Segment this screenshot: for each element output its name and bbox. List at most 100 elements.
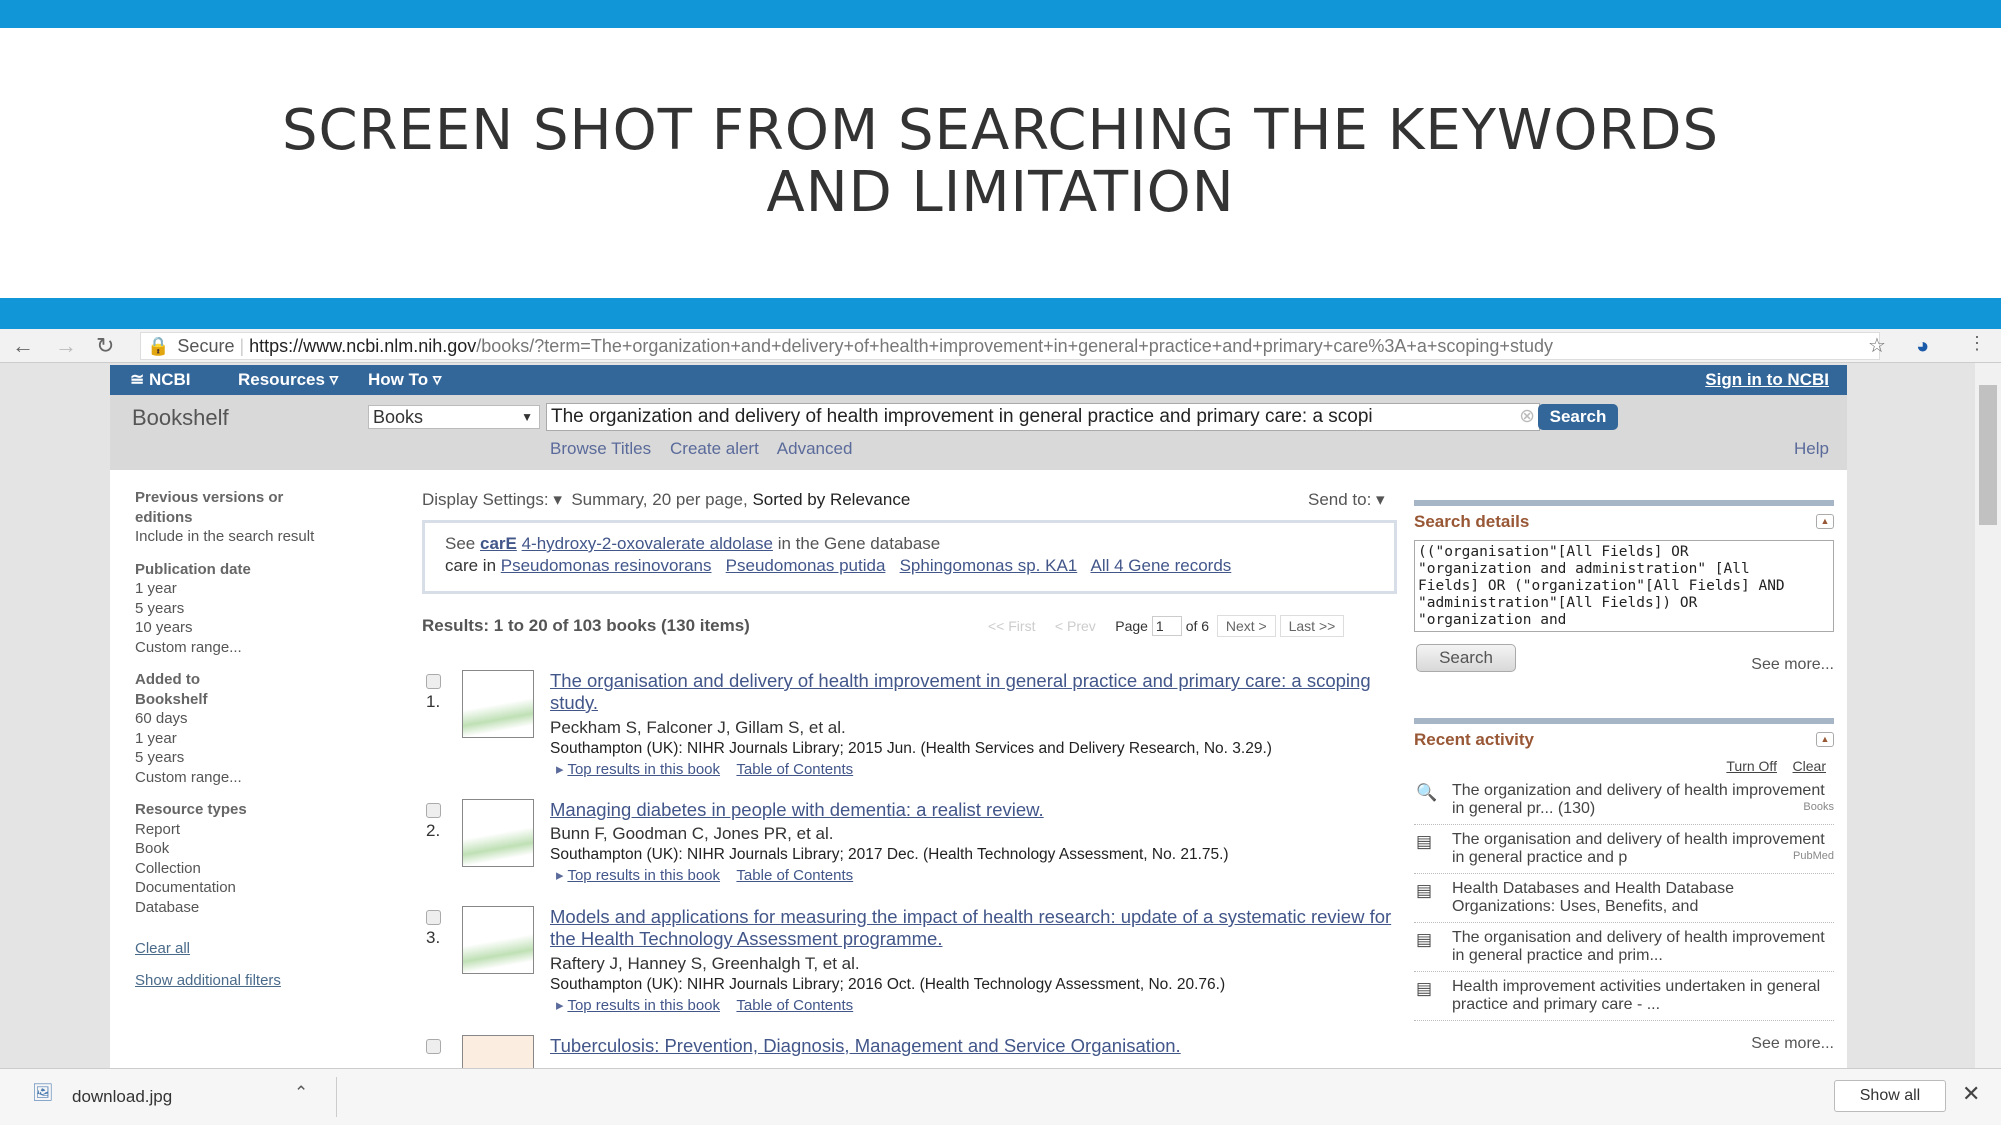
- recent-item[interactable]: ▤ The organisation and delivery of health…: [1414, 923, 1834, 972]
- gene-link[interactable]: carE: [480, 534, 517, 553]
- send-to-menu[interactable]: Send to: ▾: [1308, 490, 1385, 510]
- book-cover-thumbnail[interactable]: [462, 799, 534, 867]
- authors: Peckham S, Falconer J, Gillam S, et al.: [550, 718, 846, 737]
- result-title-link[interactable]: The organisation and delivery of health …: [550, 670, 1400, 714]
- collapse-icon[interactable]: ▲: [1816, 732, 1834, 747]
- result-item: 3. Models and applications for measuring…: [422, 906, 1402, 1016]
- select-checkbox[interactable]: [426, 910, 441, 925]
- result-title-link[interactable]: Tuberculosis: Prevention, Diagnosis, Man…: [550, 1035, 1400, 1057]
- select-checkbox[interactable]: [426, 1039, 441, 1054]
- gene-name-link[interactable]: 4-hydroxy-2-oxovalerate aldolase: [522, 534, 773, 553]
- book-cover-thumbnail[interactable]: [462, 1035, 534, 1068]
- authors: Raftery J, Hanney S, Greenhalgh T, et al…: [550, 954, 860, 973]
- extension-icon[interactable]: ◕: [1916, 333, 1929, 359]
- filter-item[interactable]: 10 years: [135, 618, 314, 638]
- filter-item[interactable]: 5 years: [135, 599, 314, 619]
- recent-item[interactable]: 🔍 The organization and delivery of health…: [1414, 776, 1834, 825]
- show-all-button[interactable]: Show all: [1834, 1080, 1946, 1112]
- organism-link[interactable]: Pseudomonas resinovorans: [501, 556, 712, 575]
- search-input[interactable]: The organization and delivery of health …: [546, 403, 1540, 431]
- result-title-link[interactable]: Managing diabetes in people with dementi…: [550, 799, 1400, 821]
- search-icon: 🔍: [1416, 783, 1438, 802]
- toc-link[interactable]: Table of Contents: [736, 761, 853, 778]
- toc-link[interactable]: Table of Contents: [736, 997, 853, 1014]
- recent-see-more-link[interactable]: See more...: [1414, 1035, 1834, 1053]
- authors: Bunn F, Goodman C, Jones PR, et al.: [550, 824, 834, 843]
- filter-item[interactable]: 1 year: [135, 579, 314, 599]
- scrollbar-thumb[interactable]: [1979, 385, 1997, 525]
- filter-item[interactable]: Book: [135, 839, 314, 859]
- menu-icon[interactable]: ⋮: [1968, 333, 1986, 354]
- select-checkbox[interactable]: [426, 803, 441, 818]
- filter-item[interactable]: Database: [135, 898, 314, 918]
- select-checkbox[interactable]: [426, 674, 441, 689]
- result-title-link[interactable]: Models and applications for measuring th…: [550, 906, 1400, 950]
- right-panel: Search details ▲ (("organisation"[All Fie…: [1414, 470, 1834, 1053]
- top-results-link[interactable]: Top results in this book: [567, 867, 720, 884]
- search-details-textarea[interactable]: (("organisation"[All Fields] OR "organiz…: [1414, 540, 1834, 632]
- details-search-button[interactable]: Search: [1416, 644, 1516, 672]
- filter-item[interactable]: Documentation: [135, 878, 314, 898]
- book-cover-thumbnail[interactable]: [462, 670, 534, 738]
- resources-menu[interactable]: Resources ▿: [238, 370, 338, 390]
- clear-link[interactable]: Clear: [1793, 758, 1826, 774]
- top-results-link[interactable]: Top results in this book: [567, 997, 720, 1014]
- database-select[interactable]: Books ▼: [368, 405, 540, 429]
- clear-icon[interactable]: ⊗: [1519, 404, 1535, 430]
- all-gene-records-link[interactable]: All 4 Gene records: [1090, 556, 1231, 575]
- result-item: 2. Managing diabetes in people with deme…: [422, 799, 1402, 899]
- recent-item[interactable]: ▤ The organisation and delivery of health…: [1414, 825, 1834, 874]
- organism-link[interactable]: Pseudomonas putida: [726, 556, 886, 575]
- filter-item[interactable]: Include in the search result: [135, 527, 314, 547]
- document-icon: ▤: [1416, 930, 1433, 949]
- create-alert-link[interactable]: Create alert: [670, 439, 759, 458]
- filter-item[interactable]: 1 year: [135, 729, 314, 749]
- organism-link[interactable]: Sphingomonas sp. KA1: [900, 556, 1078, 575]
- see-more-link[interactable]: See more...: [1751, 656, 1834, 674]
- address-bar[interactable]: 🔒 Secure | https://www.ncbi.nlm.nih.gov/b…: [140, 332, 1880, 360]
- back-icon[interactable]: ←: [12, 333, 34, 359]
- filter-item[interactable]: Custom range...: [135, 638, 314, 658]
- advanced-link[interactable]: Advanced: [777, 439, 853, 458]
- search-details-panel: Search details ▲ (("organisation"[All Fie…: [1414, 500, 1834, 690]
- filter-item[interactable]: Report: [135, 820, 314, 840]
- results-count: Results: 1 to 20 of 103 books (130 items…: [422, 616, 750, 635]
- prev-page-button[interactable]: < Prev: [1055, 618, 1096, 634]
- slide-divider-bar: [0, 298, 2001, 329]
- document-icon: ▤: [1416, 979, 1433, 998]
- filter-item[interactable]: 60 days: [135, 709, 314, 729]
- ncbi-logo[interactable]: ≅ NCBI: [130, 370, 191, 390]
- source: Southampton (UK): NIHR Journals Library;…: [550, 976, 1226, 993]
- book-cover-thumbnail[interactable]: [462, 906, 534, 974]
- clear-all-link[interactable]: Clear all: [135, 939, 314, 959]
- show-additional-filters-link[interactable]: Show additional filters: [135, 971, 314, 991]
- howto-menu[interactable]: How To ▿: [368, 370, 441, 390]
- collapse-icon[interactable]: ▲: [1816, 514, 1834, 529]
- turn-off-link[interactable]: Turn Off: [1726, 758, 1777, 774]
- recent-item[interactable]: ▤ Health Databases and Health Database Or…: [1414, 874, 1834, 923]
- next-page-button[interactable]: Next >: [1216, 615, 1276, 637]
- toc-link[interactable]: Table of Contents: [736, 867, 853, 884]
- download-file-name[interactable]: download.jpg: [72, 1087, 172, 1107]
- sign-in-link[interactable]: Sign in to NCBI: [1705, 370, 1829, 390]
- page-number-input[interactable]: 1: [1151, 616, 1182, 636]
- filter-item[interactable]: Custom range...: [135, 768, 314, 788]
- chevron-up-icon[interactable]: ⌃: [294, 1083, 308, 1103]
- help-link[interactable]: Help: [1794, 439, 1829, 459]
- recent-item[interactable]: ▤ Health improvement activities undertake…: [1414, 972, 1834, 1021]
- last-page-button[interactable]: Last >>: [1279, 615, 1345, 637]
- first-page-button[interactable]: << First: [988, 618, 1035, 634]
- search-button[interactable]: Search: [1538, 404, 1618, 430]
- top-results-link[interactable]: Top results in this book: [567, 761, 720, 778]
- bookmark-star-icon[interactable]: ☆: [1868, 333, 1886, 358]
- filter-item[interactable]: 5 years: [135, 748, 314, 768]
- browse-titles-link[interactable]: Browse Titles: [550, 439, 651, 458]
- recent-activity-panel: Recent activity ▲ Turn Off Clear 🔍 The org…: [1414, 718, 1834, 1053]
- display-settings[interactable]: Display Settings: ▾ Summary, 20 per page…: [422, 490, 910, 510]
- lock-icon: 🔒: [147, 336, 170, 356]
- forward-icon[interactable]: →: [55, 333, 77, 359]
- reload-icon[interactable]: ↻: [96, 333, 114, 359]
- secure-label: Secure: [177, 336, 235, 356]
- filter-item[interactable]: Collection: [135, 859, 314, 879]
- close-icon[interactable]: ✕: [1962, 1081, 1980, 1107]
